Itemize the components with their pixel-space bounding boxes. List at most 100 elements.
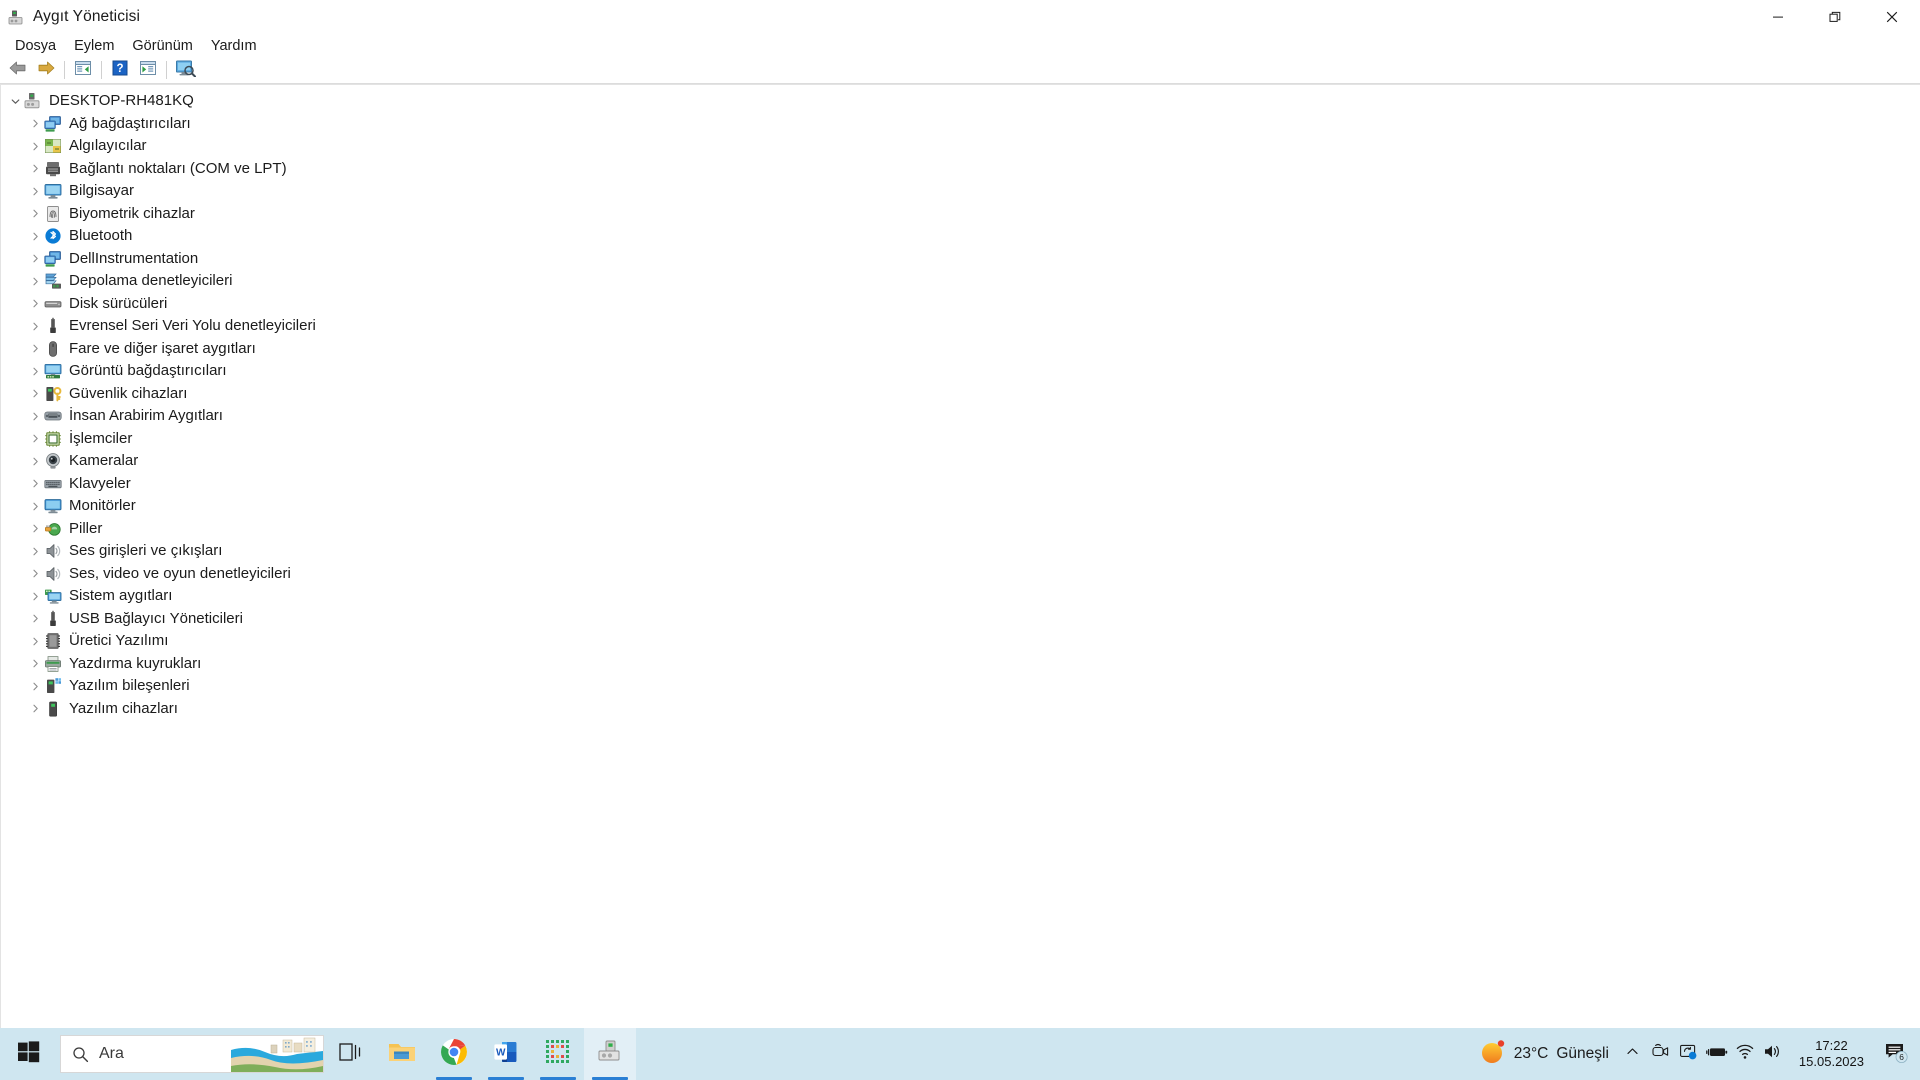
chevron-right-icon[interactable] [27,585,44,607]
word-button[interactable]: W [480,1028,532,1080]
sun-icon [1480,1039,1506,1070]
chevron-right-icon[interactable] [27,270,44,292]
print-queues-icon [44,655,62,673]
tree-item[interactable]: Bağlantı noktaları (COM ve LPT) [1,158,1920,181]
forward-button[interactable] [32,58,60,82]
weather-widget[interactable]: 23°C Güneşli [1474,1028,1619,1080]
computer-root-icon [24,92,42,110]
tree-item[interactable]: Yazılım cihazları [1,698,1920,721]
tree-item[interactable]: Piller [1,518,1920,541]
chevron-right-icon[interactable] [27,248,44,270]
tree-item[interactable]: Ağ bağdaştırıcıları [1,113,1920,136]
tree-item[interactable]: Algılayıcılar [1,135,1920,158]
title-bar: Aygıt Yöneticisi [0,0,1920,34]
tree-item[interactable]: Depolama denetleyicileri [1,270,1920,293]
chevron-right-icon[interactable] [27,225,44,247]
tree-item[interactable]: Bilgisayar [1,180,1920,203]
tree-item[interactable]: DellInstrumentation [1,248,1920,271]
tree-item[interactable]: Yazılım bileşenleri [1,675,1920,698]
tree-item[interactable]: İnsan Arabirim Aygıtları [1,405,1920,428]
menu-yardim[interactable]: Yardım [202,35,266,57]
bing-wallpaper-thumbnail[interactable] [231,1036,323,1073]
chevron-right-icon[interactable] [27,383,44,405]
tray-battery[interactable] [1703,1028,1731,1080]
tree-item[interactable]: Kameralar [1,450,1920,473]
chevron-right-icon[interactable] [27,113,44,135]
chevron-right-icon[interactable] [27,158,44,180]
chevron-right-icon[interactable] [27,315,44,337]
chevron-right-icon[interactable] [27,653,44,675]
tree-item[interactable]: Klavyeler [1,473,1920,496]
chevron-right-icon[interactable] [27,473,44,495]
computer-icon [44,182,62,200]
tree-item[interactable]: Sistem aygıtları [1,585,1920,608]
chevron-right-icon[interactable] [27,203,44,225]
chevron-right-icon[interactable] [27,563,44,585]
chevron-right-icon[interactable] [27,698,44,720]
app-button[interactable] [532,1028,584,1080]
tray-network[interactable] [1731,1028,1759,1080]
chevron-right-icon[interactable] [27,338,44,360]
tray-volume[interactable] [1759,1028,1787,1080]
tree-item[interactable]: Güvenlik cihazları [1,383,1920,406]
tree-item[interactable]: Monitörler [1,495,1920,518]
menu-gorunum[interactable]: Görünüm [123,35,201,57]
start-button[interactable] [0,1028,58,1080]
tree-item[interactable]: Bluetooth [1,225,1920,248]
chevron-right-icon[interactable] [27,540,44,562]
close-button[interactable] [1863,0,1920,34]
menu-eylem[interactable]: Eylem [65,35,123,57]
maximize-restore-button[interactable] [1806,0,1863,34]
audio-io-icon [44,542,62,560]
chevron-right-icon[interactable] [27,450,44,472]
chevron-right-icon[interactable] [27,135,44,157]
tree-item-label: Ağ bağdaştırıcıları [69,115,191,133]
back-button[interactable] [4,58,32,82]
tree-item[interactable]: Ses, video ve oyun denetleyicileri [1,563,1920,586]
chevron-right-icon[interactable] [27,405,44,427]
chevron-right-icon[interactable] [27,360,44,382]
processors-icon [44,430,62,448]
tray-onedrive-sync[interactable] [1675,1028,1703,1080]
tree-item[interactable]: Görüntü bağdaştırıcıları [1,360,1920,383]
tree-root-row[interactable]: DESKTOP-RH481KQ [1,90,1920,113]
tree-item-label: Bilgisayar [69,182,134,200]
device-manager-button[interactable] [584,1028,636,1080]
chrome-button[interactable] [428,1028,480,1080]
tree-item[interactable]: Yazdırma kuyrukları [1,653,1920,676]
help-button[interactable]: ? [106,58,134,82]
tree-item[interactable]: Evrensel Seri Veri Yolu denetleyicileri [1,315,1920,338]
show-hidden-icons-button[interactable] [1619,1028,1647,1080]
hid-icon [44,407,62,425]
minimize-button[interactable] [1749,0,1806,34]
notification-center-button[interactable]: 6 [1876,1028,1916,1080]
search-input[interactable]: Ara [99,1045,124,1063]
file-explorer-button[interactable] [376,1028,428,1080]
chevron-right-icon[interactable] [27,495,44,517]
device-tree[interactable]: DESKTOP-RH481KQ Ağ bağdaştırıcıları Algıl… [0,84,1920,1080]
tree-item-label: Evrensel Seri Veri Yolu denetleyicileri [69,317,316,335]
chevron-right-icon[interactable] [27,675,44,697]
chevron-right-icon[interactable] [27,630,44,652]
chevron-down-icon[interactable] [7,90,24,112]
tree-item[interactable]: Üretici Yazılımı [1,630,1920,653]
scan-hardware-button[interactable] [171,58,199,82]
chevron-right-icon[interactable] [27,608,44,630]
tray-meet-now[interactable] [1647,1028,1675,1080]
search-box[interactable]: Ara [60,1035,324,1073]
menu-dosya[interactable]: Dosya [6,35,65,57]
tree-item[interactable]: Ses girişleri ve çıkışları [1,540,1920,563]
tree-item[interactable]: USB Bağlayıcı Yöneticileri [1,608,1920,631]
tree-item[interactable]: İşlemciler [1,428,1920,451]
chevron-right-icon[interactable] [27,428,44,450]
chevron-right-icon[interactable] [27,180,44,202]
tree-item[interactable]: Disk sürücüleri [1,293,1920,316]
properties-button[interactable] [69,58,97,82]
update-driver-button[interactable] [134,58,162,82]
chevron-right-icon[interactable] [27,518,44,540]
task-view-button[interactable] [324,1028,376,1080]
chevron-right-icon[interactable] [27,293,44,315]
clock[interactable]: 17:22 15.05.2023 [1787,1028,1876,1080]
tree-item[interactable]: Biyometrik cihazlar [1,203,1920,226]
tree-item[interactable]: Fare ve diğer işaret aygıtları [1,338,1920,361]
